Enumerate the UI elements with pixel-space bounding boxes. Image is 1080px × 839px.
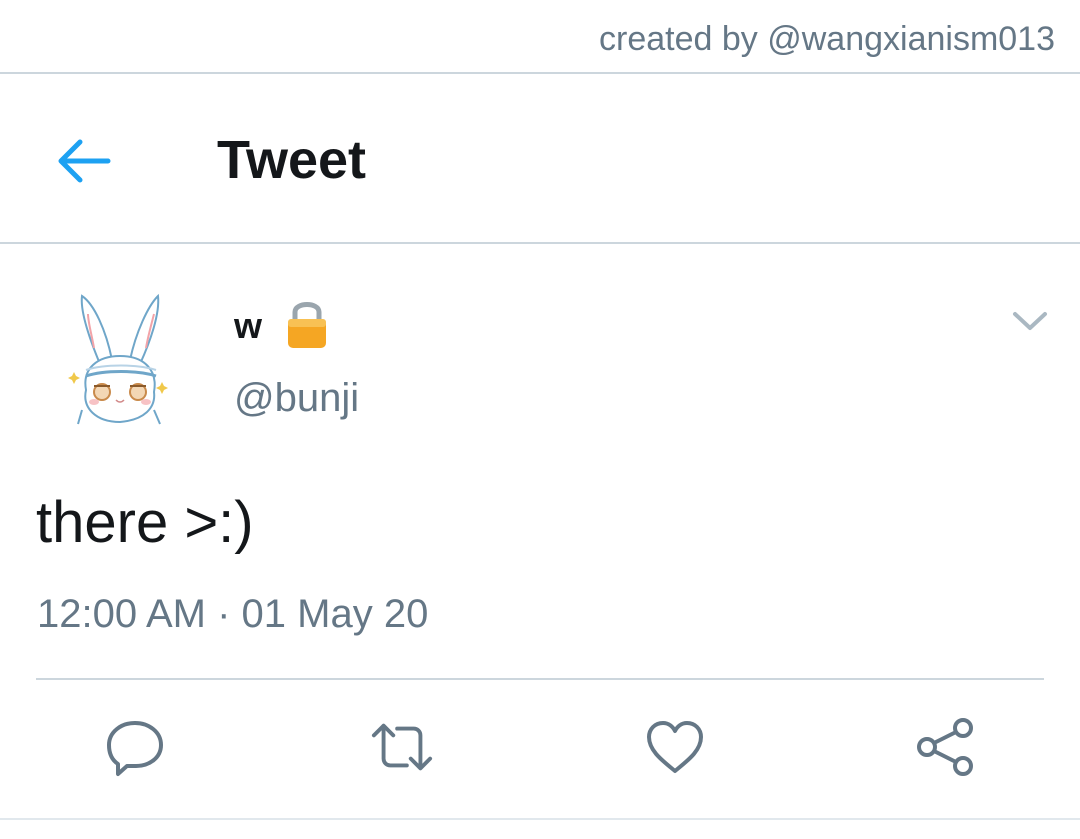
retweet-icon [371,723,433,771]
retweet-button[interactable] [370,715,434,779]
heart-icon [647,721,703,773]
share-icon [917,718,973,776]
bottom-border [0,818,1080,820]
divider [36,678,1044,680]
reply-button[interactable] [103,715,167,779]
tweet-menu-button[interactable] [1008,306,1052,336]
share-button[interactable] [913,715,977,779]
avatar[interactable] [64,290,168,430]
header: Tweet [0,74,1080,244]
credit-text: created by @wangxianism013 [599,20,1055,58]
reply-icon [107,721,163,776]
tweet-text: there >:) [36,490,254,555]
arrow-left-icon [58,139,111,183]
credit-bar: created by @wangxianism013 [0,0,1080,74]
lock-icon [285,296,329,350]
chevron-down-icon [1013,312,1047,330]
bunny-avatar [68,293,168,425]
like-button[interactable] [643,715,707,779]
page-title: Tweet [217,130,367,190]
user-handle[interactable]: @bunji [234,375,359,421]
tweet-timestamp[interactable]: 12:00 AM · 01 May 20 [37,590,428,638]
back-button[interactable] [52,132,116,190]
display-name[interactable]: w [234,306,262,346]
